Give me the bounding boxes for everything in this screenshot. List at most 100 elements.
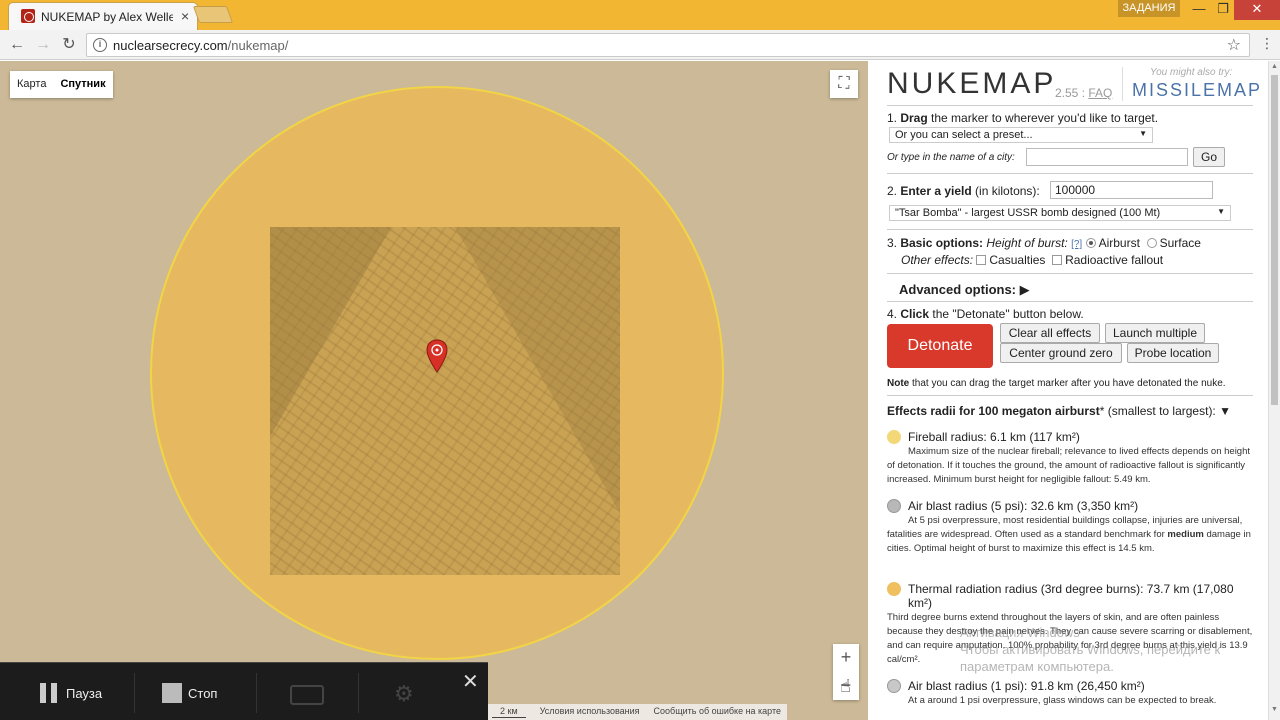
- note-bold: Note: [887, 378, 910, 389]
- surface-radio[interactable]: [1146, 238, 1157, 248]
- map-scale: 2 км: [492, 706, 526, 718]
- fallout-checkbox[interactable]: [1052, 255, 1063, 265]
- probe-location-button[interactable]: Probe location: [1127, 343, 1219, 363]
- thermal-swatch-icon[interactable]: [887, 582, 901, 596]
- stop-label: Стоп: [188, 686, 218, 701]
- scroll-down-icon[interactable]: ▼: [1271, 706, 1278, 713]
- profile-badge[interactable]: ЗАДАНИЯ: [1118, 0, 1180, 17]
- note-text: Note that you can drag the target marker…: [887, 378, 1226, 389]
- gear-icon[interactable]: ⚙: [394, 681, 414, 707]
- fullscreen-icon[interactable]: ⛶: [830, 70, 858, 98]
- step-keyword: Drag: [900, 111, 928, 125]
- reload-icon[interactable]: ↻: [58, 34, 80, 56]
- missilemap-link[interactable]: MISSILEMAP: [1132, 80, 1262, 101]
- bookmark-star-icon[interactable]: ☆: [1227, 35, 1241, 55]
- divider: [358, 673, 359, 713]
- blast-1psi-swatch-icon[interactable]: [887, 679, 901, 693]
- browser-tab[interactable]: NUKEMAP by Alex Wellerstein ×: [8, 2, 198, 30]
- stop-icon: [162, 683, 182, 703]
- windows-activation-watermark: Активация Windows Чтобы активировать Win…: [960, 624, 1260, 675]
- step-text: the "Detonate" button below.: [929, 307, 1084, 321]
- height-label: Height of burst:: [986, 236, 1068, 250]
- thermal-title: Thermal radiation radius (3rd degree bur…: [908, 582, 1234, 610]
- zoom-in-button[interactable]: +: [833, 644, 859, 672]
- browser-toolbar: ← → ↻ i nuclearsecrecy.com/nukemap/ ☆ ⋮: [0, 30, 1280, 60]
- fallout-label: Radioactive fallout: [1065, 253, 1164, 267]
- recorder-toolbar: Пауза Стоп ⚙ ✕: [0, 662, 488, 720]
- faq-link[interactable]: FAQ: [1088, 86, 1112, 100]
- casualties-checkbox[interactable]: [976, 255, 987, 265]
- nukemap-favicon-icon: [21, 9, 35, 23]
- divider: [134, 673, 135, 713]
- fireball-swatch-icon[interactable]: [887, 430, 901, 444]
- airburst-radio[interactable]: [1085, 238, 1096, 248]
- divider: [1122, 67, 1123, 101]
- detonate-button[interactable]: Detonate: [887, 324, 993, 368]
- chevron-down-icon: ▼: [1217, 207, 1225, 216]
- recorder-close-icon[interactable]: ✕: [462, 669, 479, 694]
- scroll-up-icon[interactable]: ▲: [1271, 63, 1278, 70]
- camera-icon[interactable]: [290, 685, 324, 705]
- step-number: 3.: [887, 236, 901, 250]
- tab-title: NUKEMAP by Alex Wellerstein: [41, 10, 173, 24]
- stop-button[interactable]: Стоп: [160, 683, 240, 705]
- fireball-desc: Maximum size of the nuclear fireball; re…: [887, 446, 1251, 485]
- promo-text: You might also try:: [1150, 67, 1233, 78]
- divider: [887, 173, 1253, 174]
- satellite-tile: [270, 227, 620, 575]
- target-marker-icon[interactable]: [426, 339, 448, 373]
- help-link[interactable]: [?]: [1071, 239, 1082, 250]
- step-keyword: Enter a yield: [900, 184, 972, 198]
- tab-close-icon[interactable]: ×: [181, 8, 189, 24]
- note-rest: that you can drag the target marker afte…: [909, 378, 1226, 389]
- watermark-line: Активация Windows: [960, 625, 1080, 640]
- url-text[interactable]: nuclearsecrecy.com/nukemap/: [113, 38, 288, 53]
- center-ground-zero-button[interactable]: Center ground zero: [1000, 343, 1122, 363]
- report-error-link[interactable]: Сообщить об ошибке на карте: [654, 706, 781, 718]
- url-host: nuclearsecrecy.com: [113, 38, 228, 53]
- triangle-down-icon: ▼: [1219, 404, 1232, 418]
- pause-button[interactable]: Пауза: [38, 683, 118, 705]
- watermark-line: Чтобы активировать Windows, перейдите к: [960, 642, 1221, 657]
- version-number: 2.55: [1055, 86, 1079, 100]
- city-input[interactable]: [1026, 148, 1188, 166]
- browser-titlebar: NUKEMAP by Alex Wellerstein × ЗАДАНИЯ — …: [0, 0, 1280, 30]
- pause-icon: [40, 683, 58, 703]
- step-number: 4.: [887, 307, 901, 321]
- divider: [887, 105, 1253, 106]
- go-button[interactable]: Go: [1193, 147, 1225, 167]
- map-attribution: 2 км Условия использования Сообщить об о…: [486, 704, 788, 720]
- blast-5psi-swatch-icon[interactable]: [887, 499, 901, 513]
- watermark-line: параметрам компьютера.: [960, 659, 1114, 674]
- yield-input[interactable]: 100000: [1050, 181, 1213, 199]
- effects-subtitle: (smallest to largest):: [1104, 404, 1216, 418]
- effects-header[interactable]: Effects radii for 100 megaton airburst* …: [887, 404, 1231, 418]
- divider: [887, 273, 1253, 274]
- blast-1psi-title: Air blast radius (1 psi): 91.8 km (26,45…: [908, 679, 1145, 693]
- forward-icon[interactable]: →: [32, 34, 54, 56]
- yield-preset-select[interactable]: "Tsar Bomba" - largest USSR bomb designe…: [889, 205, 1231, 221]
- panel-scrollbar[interactable]: ▲ ▼: [1268, 61, 1280, 720]
- city-label: Or type in the name of a city:: [887, 152, 1015, 163]
- scroll-thumb[interactable]: [1271, 75, 1278, 405]
- info-icon[interactable]: i: [93, 38, 107, 52]
- step3-label: 3. Basic options: Height of burst: [?] A…: [887, 236, 1201, 250]
- window-close-icon[interactable]: ✕: [1234, 0, 1280, 20]
- launch-multiple-button[interactable]: Launch multiple: [1105, 323, 1205, 343]
- back-icon[interactable]: ←: [6, 34, 28, 56]
- browser-menu-icon[interactable]: ⋮: [1260, 35, 1274, 52]
- control-panel: NUKEMAP 2.55 : FAQ You might also try: M…: [868, 61, 1268, 720]
- url-path: /nukemap/: [227, 38, 289, 53]
- yield-select-value: "Tsar Bomba" - largest USSR bomb designe…: [895, 207, 1161, 219]
- map-canvas[interactable]: Карта Спутник ⛶: [0, 61, 868, 720]
- map-type-satellite[interactable]: Спутник: [53, 71, 112, 98]
- address-bar[interactable]: i nuclearsecrecy.com/nukemap/ ☆: [86, 33, 1250, 57]
- clear-effects-button[interactable]: Clear all effects: [1000, 323, 1100, 343]
- terms-link[interactable]: Условия использования: [540, 706, 640, 718]
- divider: [256, 673, 257, 713]
- advanced-options-toggle[interactable]: Advanced options: ▶: [899, 282, 1030, 298]
- map-type-map[interactable]: Карта: [10, 71, 53, 98]
- new-tab-button[interactable]: [192, 6, 234, 23]
- divider: [887, 301, 1253, 302]
- preset-select[interactable]: Or you can select a preset... ▼: [889, 127, 1153, 143]
